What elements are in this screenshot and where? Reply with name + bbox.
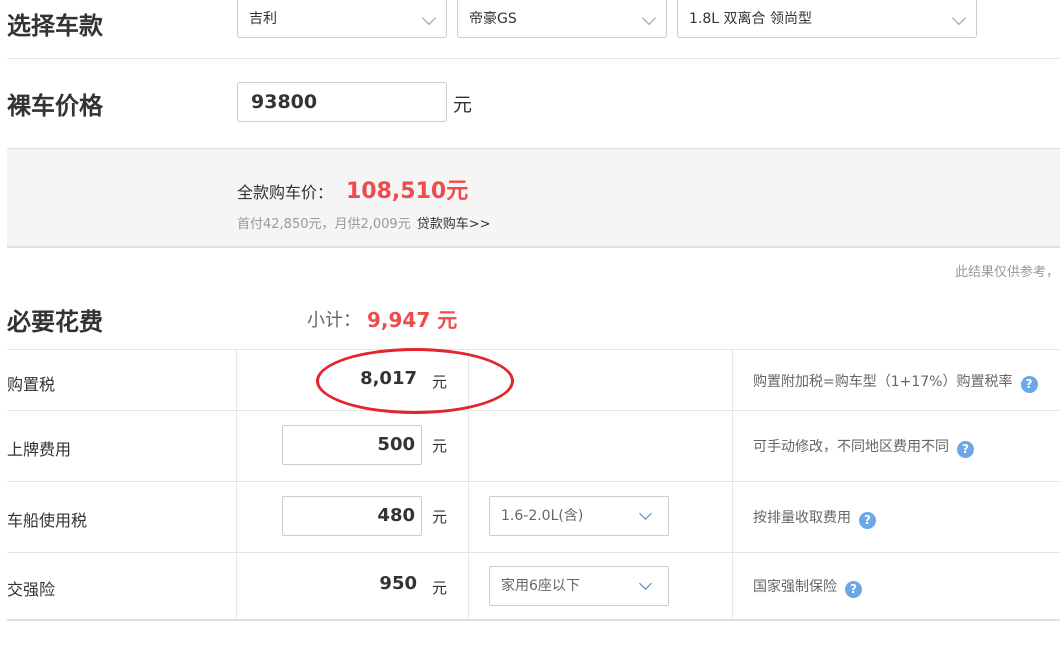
vehicle-tax-input[interactable]: 480 — [282, 496, 422, 536]
chevron-down-icon — [951, 10, 967, 26]
model-select-value: 帝豪GS — [469, 11, 517, 27]
registration-fee-desc: 可手动修改，不同地区费用不同? — [753, 436, 974, 458]
displacement-select-value: 1.6-2.0L(含) — [501, 508, 584, 524]
required-costs-heading: 必要花费 — [7, 308, 103, 336]
row-divider — [7, 410, 1060, 411]
compulsory-insurance-label: 交强险 — [7, 580, 56, 599]
chevron-down-icon — [639, 507, 652, 520]
brand-select[interactable]: 吉利 — [237, 0, 447, 38]
payment-summary: 首付42,850元，月供2,009元 贷款购车>> — [237, 213, 491, 232]
help-icon[interactable]: ? — [859, 512, 876, 529]
subtotal-label: 小计： — [307, 310, 361, 331]
bare-price-heading: 裸车价格 — [7, 92, 103, 120]
registration-fee-unit: 元 — [432, 437, 448, 455]
chevron-down-icon — [639, 577, 652, 590]
vehicle-tax-desc-text: 按排量收取费用 — [753, 510, 851, 526]
total-price-value: 108,510元 — [346, 179, 469, 204]
select-car-heading: 选择车款 — [7, 12, 103, 40]
compulsory-insurance-unit: 元 — [432, 579, 448, 597]
vehicle-tax-desc: 按排量收取费用? — [753, 507, 876, 529]
trim-select-value: 1.8L 双离合 领尚型 — [689, 11, 812, 27]
column-divider — [236, 350, 237, 619]
registration-fee-desc-text: 可手动修改，不同地区费用不同 — [753, 439, 949, 455]
seats-select-value: 家用6座以下 — [501, 578, 580, 594]
row-divider — [7, 552, 1060, 553]
compulsory-insurance-desc-text: 国家强制保险 — [753, 579, 837, 595]
divider — [7, 58, 1060, 59]
disclaimer-note: 此结果仅供参考， — [955, 265, 1060, 280]
loan-link[interactable]: 贷款购车>> — [417, 217, 491, 232]
purchase-tax-label: 购置税 — [7, 375, 56, 394]
displacement-select[interactable]: 1.6-2.0L(含) — [489, 496, 669, 536]
help-icon[interactable]: ? — [957, 441, 974, 458]
help-icon[interactable]: ? — [1020, 376, 1038, 393]
column-divider — [732, 350, 733, 619]
trim-select[interactable]: 1.8L 双离合 领尚型 — [677, 0, 977, 38]
brand-select-value: 吉利 — [249, 11, 277, 27]
payment-text: 首付42,850元，月供2,009元 — [237, 217, 411, 232]
compulsory-insurance-value: 950 — [379, 573, 417, 594]
total-price-label: 全款购车价： — [237, 183, 334, 202]
registration-fee-input[interactable]: 500 — [282, 425, 422, 465]
registration-fee-label: 上牌费用 — [7, 440, 72, 459]
purchase-tax-desc-text: 购置附加税=购车型（1+17%）购置税率 — [753, 374, 1013, 390]
bare-price-unit: 元 — [453, 94, 473, 116]
chevron-down-icon — [421, 10, 437, 26]
purchase-tax-desc: 购置附加税=购车型（1+17%）购置税率? — [753, 371, 1038, 393]
vehicle-tax-unit: 元 — [432, 508, 448, 526]
chevron-down-icon — [641, 10, 657, 26]
vehicle-tax-label: 车船使用税 — [7, 511, 88, 530]
total-price-summary: 全款购车价： 108,510元 首付42,850元，月供2,009元 贷款购车>> — [7, 148, 1060, 248]
compulsory-insurance-desc: 国家强制保险? — [753, 576, 862, 598]
required-costs-table: 购置税 8,017 元 购置附加税=购车型（1+17%）购置税率? 上牌费用 5… — [7, 349, 1060, 621]
subtotal-value: 9,947 元 — [367, 308, 458, 332]
seats-select[interactable]: 家用6座以下 — [489, 566, 669, 606]
model-select[interactable]: 帝豪GS — [457, 0, 667, 38]
bare-price-input[interactable]: 93800 — [237, 82, 447, 122]
row-divider — [7, 481, 1060, 482]
highlight-circle — [316, 348, 514, 414]
help-icon[interactable]: ? — [845, 581, 862, 598]
